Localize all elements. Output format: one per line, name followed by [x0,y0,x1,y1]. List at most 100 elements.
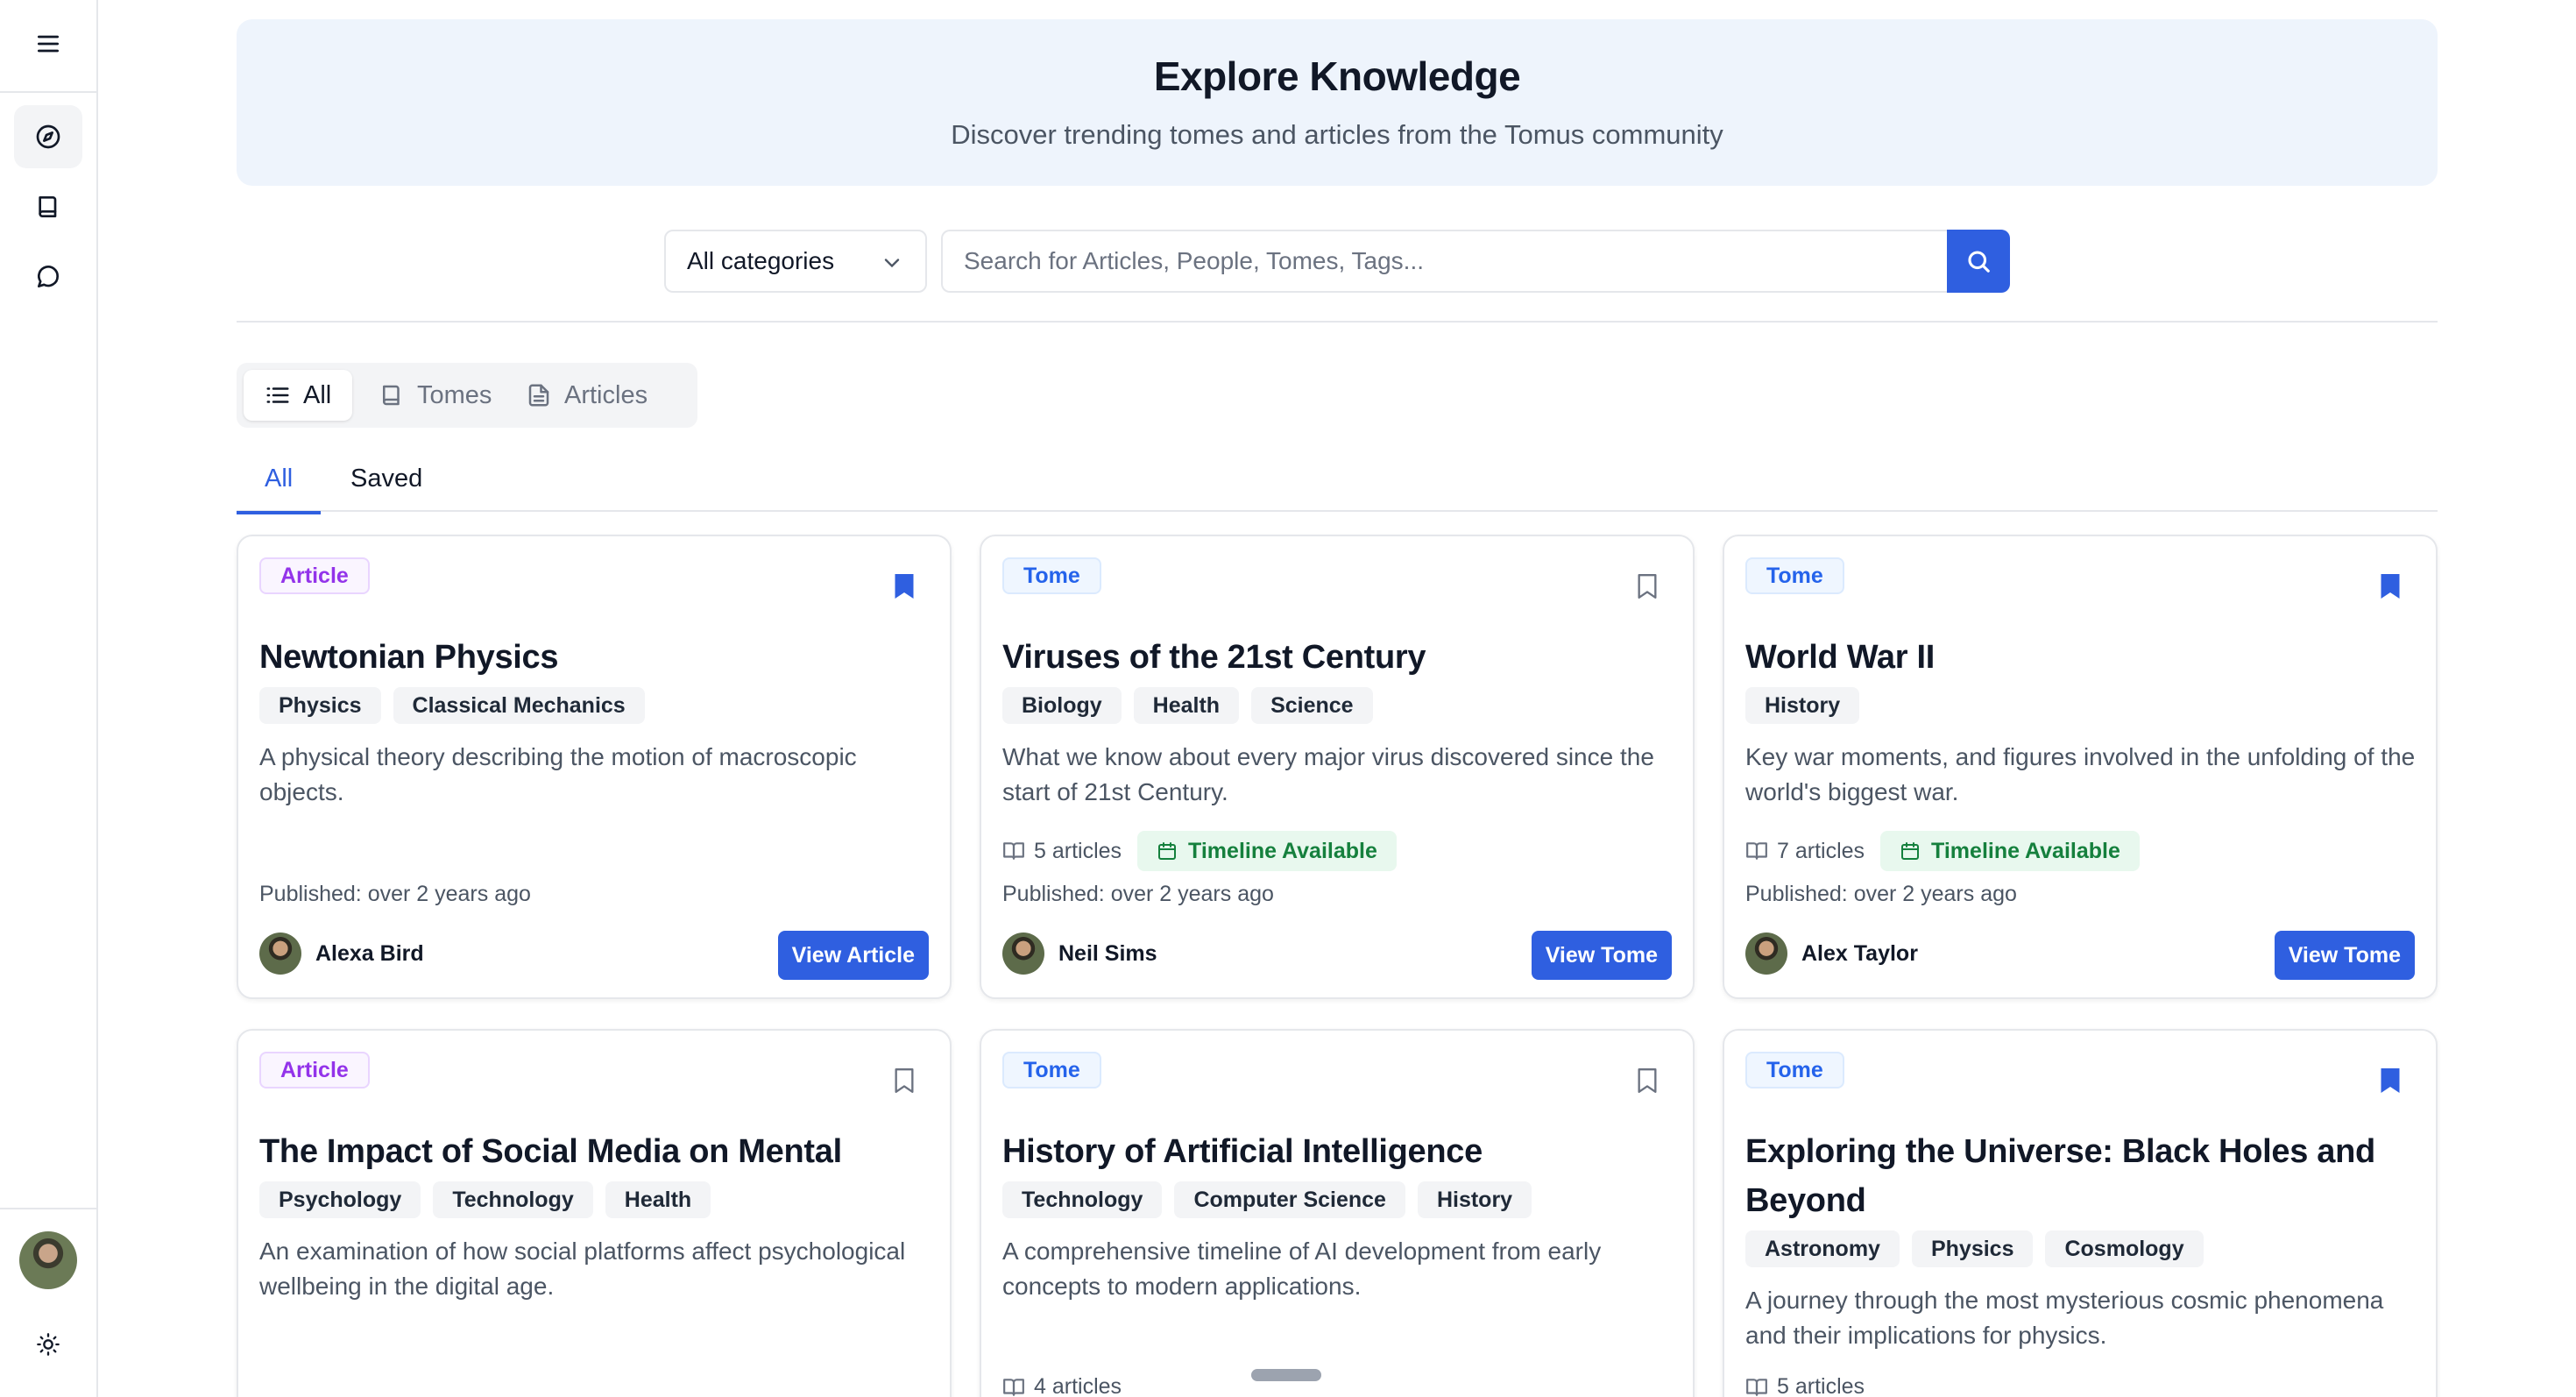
card-title[interactable]: Viruses of the 21st Century [1002,633,1677,682]
sidebar-item-explore[interactable] [14,105,82,168]
bookmark-filled-icon [895,574,914,599]
tag[interactable]: Science [1251,687,1373,724]
tab-all[interactable]: All [237,464,322,514]
card-description: A journey through the most mysterious co… [1745,1287,2384,1349]
content-card[interactable]: Tome History of Artificial Intelligence … [980,1029,1695,1397]
content-card[interactable]: Tome Viruses of the 21st Century Biology… [980,535,1695,999]
content-card[interactable]: Tome Exploring the Universe: Black Holes… [1723,1029,2438,1397]
card-title[interactable]: Newtonian Physics [259,633,934,682]
filter-all[interactable]: All [244,370,353,421]
tag-list: Technology Computer Science History [1002,1181,1532,1218]
timeline-badge: Timeline Available [1137,831,1397,871]
article-count-text: 7 articles [1777,838,1865,863]
timeline-badge: Timeline Available [1880,831,2140,871]
filter-tomes[interactable]: Tomes [357,370,513,421]
tag[interactable]: Psychology [259,1181,421,1218]
card-description: A comprehensive timeline of AI developme… [1002,1237,1602,1300]
card-description: What we know about every major virus dis… [1002,743,1654,805]
tag[interactable]: History [1417,1181,1532,1218]
tag[interactable]: Health [1133,687,1240,724]
calendar-icon [1901,842,1920,860]
scroll-indicator[interactable] [1251,1369,1321,1381]
tag[interactable]: History [1745,687,1860,724]
tag[interactable]: Biology [1002,687,1122,724]
published-date: Published: over 2 years ago [259,882,531,906]
sidebar-divider [0,91,96,93]
list-icon [266,387,289,403]
author[interactable]: Alex Taylor [1745,933,1918,975]
filter-all-label: All [303,380,332,409]
author[interactable]: Neil Sims [1002,933,1157,975]
tag[interactable]: Technology [433,1181,593,1218]
sidebar-item-library[interactable] [14,175,82,238]
tag[interactable]: Astronomy [1745,1230,1900,1267]
article-count: 5 articles [1002,839,1122,864]
calendar-icon [1158,842,1177,860]
bookmark-button[interactable] [2378,1066,2403,1096]
search-button[interactable] [1947,230,2010,293]
bookmark-icon [1638,574,1657,599]
card-title[interactable]: History of Artificial Intelligence [1002,1127,1677,1176]
article-count: 4 articles [1002,1374,1122,1397]
sun-icon [37,1333,60,1356]
view-tome-button[interactable]: View Tome [2274,931,2415,980]
tag-list: Psychology Technology Health [259,1181,711,1218]
tag[interactable]: Health [605,1181,711,1218]
bookmark-button[interactable] [892,571,916,601]
bookmark-button[interactable] [892,1066,916,1096]
published-date: Published: over 2 years ago [1745,882,2017,906]
article-count: 5 articles [1745,1374,1865,1397]
tome-meta: 7 articles Timeline Available [1745,831,2140,871]
tag[interactable]: Classical Mechanics [393,687,645,724]
card-description: A physical theory describing the motion … [259,743,857,805]
tag[interactable]: Technology [1002,1181,1163,1218]
view-tome-button[interactable]: View Tome [1531,931,1672,980]
author-name: Alex Taylor [1801,940,1918,966]
card-description: An examination of how social platforms a… [259,1237,906,1300]
search-input[interactable] [941,230,1949,293]
compass-icon [36,124,60,149]
author-avatar [1745,933,1787,975]
bookmark-filled-icon [2381,574,2400,599]
content-card[interactable]: Article The Impact of Social Media on Me… [237,1029,952,1397]
tag[interactable]: Computer Science [1174,1181,1405,1218]
filter-articles[interactable]: Articles [505,370,669,421]
card-description: Key war moments, and figures involved in… [1745,743,2416,805]
theme-toggle-button[interactable] [14,1313,82,1376]
tag[interactable]: Physics [259,687,381,724]
page-title: Explore Knowledge [1153,53,1521,99]
card-title[interactable]: Exploring the Universe: Black Holes and … [1745,1127,2420,1225]
tome-meta: 5 articles Timeline Available [1002,831,1397,871]
bookmark-button[interactable] [1635,1066,1660,1096]
author-name: Neil Sims [1058,940,1157,966]
tag[interactable]: Cosmology [2045,1230,2204,1267]
bookmark-button[interactable] [1635,571,1660,601]
tome-meta: 5 articles [1745,1374,1865,1397]
tab-saved[interactable]: Saved [350,464,422,511]
type-badge: Tome [1002,1052,1101,1089]
tag-list: Physics Classical Mechanics [259,687,645,724]
hero-banner: Explore Knowledge Discover trending tome… [237,19,2438,186]
content-tabs: All Saved [237,456,2438,514]
category-select[interactable]: All categories [664,230,927,293]
author-avatar [259,933,301,975]
content-card[interactable]: Article Newtonian Physics Physics Classi… [237,535,952,999]
view-article-button[interactable]: View Article [777,931,929,980]
content-card[interactable]: Tome World War II History Key war moment… [1723,535,2438,999]
sidebar-item-messages[interactable] [14,245,82,308]
filter-articles-label: Articles [564,380,648,409]
author[interactable]: Alexa Bird [259,933,424,975]
published-date: Published: over 2 years ago [1002,882,1274,906]
author-avatar [1002,933,1044,975]
tag-list: Biology Health Science [1002,687,1373,724]
search-icon [1968,251,1990,273]
tag[interactable]: Physics [1911,1230,2034,1267]
user-avatar[interactable] [19,1231,77,1289]
tag-list: History [1745,687,1860,724]
bookmark-button[interactable] [2378,571,2403,601]
card-title[interactable]: World War II [1745,633,2420,682]
book-open-icon [1746,1378,1767,1396]
menu-button[interactable] [14,12,82,75]
timeline-label: Timeline Available [1188,838,1377,863]
timeline-label: Timeline Available [1931,838,2120,863]
